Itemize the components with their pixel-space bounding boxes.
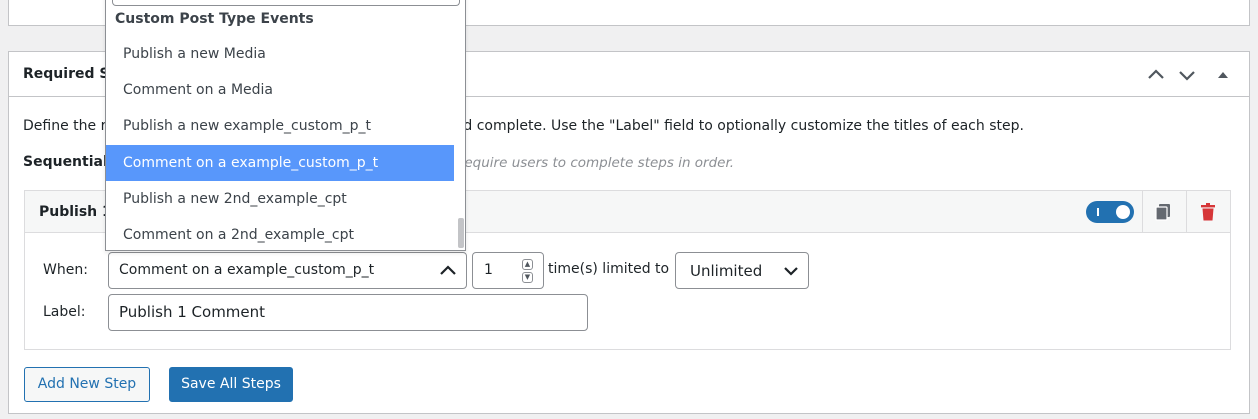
dropdown-option[interactable]: Comment on a 2nd_example_cpt bbox=[106, 217, 454, 250]
trigger-select-value: Comment on a example_custom_p_t bbox=[119, 262, 375, 278]
trigger-dropdown: Custom Post Type Events Publish a new Me… bbox=[105, 0, 466, 251]
trash-icon[interactable] bbox=[1198, 202, 1218, 222]
divider bbox=[1186, 191, 1187, 233]
dropdown-scrollbar[interactable] bbox=[458, 218, 464, 248]
label-label: Label: bbox=[43, 304, 86, 320]
when-label: When: bbox=[43, 262, 88, 278]
dropdown-option[interactable]: Comment on a Media bbox=[106, 72, 454, 108]
step-toggle[interactable] bbox=[1086, 201, 1134, 223]
dropdown-option-selected[interactable]: Comment on a example_custom_p_t bbox=[106, 144, 454, 181]
limit-select[interactable]: Unlimited bbox=[675, 252, 809, 289]
chevron-down-icon[interactable] bbox=[1176, 64, 1198, 86]
chevron-up-icon[interactable] bbox=[1145, 64, 1167, 86]
chevron-down-icon bbox=[782, 262, 800, 280]
dropdown-option[interactable]: Publish a new Media bbox=[106, 36, 454, 72]
save-steps-button[interactable]: Save All Steps bbox=[169, 367, 293, 402]
triangle-up-icon[interactable] bbox=[1212, 64, 1234, 86]
toggle-knob bbox=[1116, 205, 1130, 219]
count-input[interactable]: 1 ▲ ▼ bbox=[472, 252, 544, 289]
sequential-hint: Require users to complete steps in order… bbox=[455, 155, 735, 171]
dropdown-group-label: Custom Post Type Events bbox=[115, 11, 314, 27]
trigger-select[interactable]: Comment on a example_custom_p_t bbox=[108, 252, 467, 289]
chevron-up-icon bbox=[438, 261, 458, 281]
label-field[interactable] bbox=[108, 294, 588, 331]
count-value: 1 bbox=[484, 262, 493, 278]
dropdown-option[interactable]: Publish a new example_custom_p_t bbox=[106, 108, 454, 144]
decrement-icon[interactable]: ▼ bbox=[522, 272, 533, 283]
increment-icon[interactable]: ▲ bbox=[522, 259, 533, 270]
divider bbox=[1142, 191, 1143, 233]
copy-icon[interactable] bbox=[1153, 202, 1173, 222]
dropdown-search[interactable] bbox=[112, 0, 460, 6]
dropdown-list: Publish a new Media Comment on a Media P… bbox=[106, 36, 454, 250]
label-input[interactable] bbox=[119, 303, 574, 321]
times-limited-text: time(s) limited to bbox=[548, 261, 670, 277]
toggle-on-indicator bbox=[1097, 208, 1099, 216]
limit-select-value: Unlimited bbox=[690, 262, 763, 280]
dropdown-option[interactable]: Publish a new 2nd_example_cpt bbox=[106, 181, 454, 217]
add-step-button[interactable]: Add New Step bbox=[24, 367, 150, 402]
